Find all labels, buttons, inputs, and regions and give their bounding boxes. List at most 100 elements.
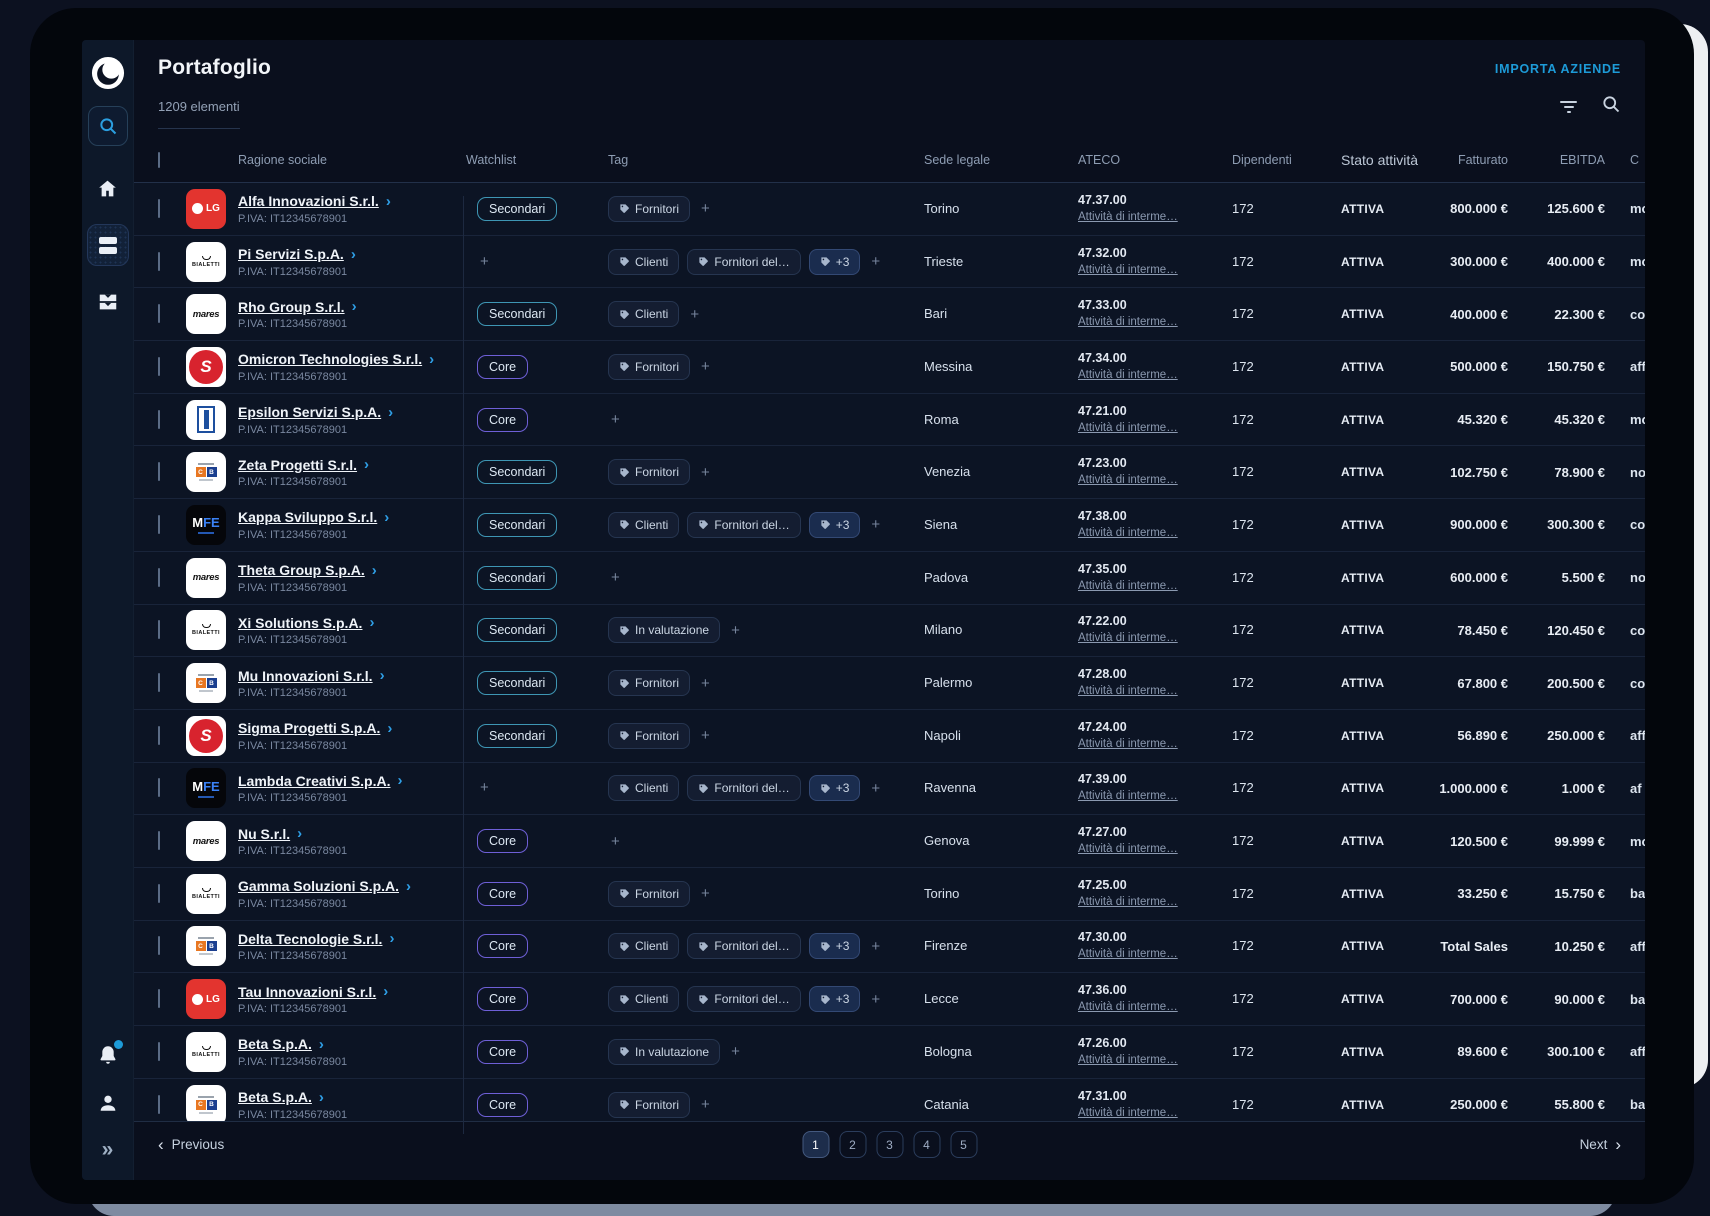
ateco-description-link[interactable]: Attività di interme… [1078, 790, 1178, 802]
more-tags-chip[interactable]: +3 [808, 986, 861, 1013]
notifications-button[interactable] [96, 1040, 123, 1067]
row-checkbox[interactable] [158, 883, 160, 903]
ateco-description-link[interactable]: Attività di interme… [1078, 843, 1178, 855]
more-tags-chip[interactable]: +3 [808, 775, 861, 802]
add-tag-button[interactable]: + [698, 675, 713, 692]
chevron-right-icon[interactable]: › [297, 825, 302, 842]
add-tag-button[interactable]: + [608, 569, 623, 586]
add-tag-button[interactable]: + [868, 780, 883, 797]
ateco-description-link[interactable]: Attività di interme… [1078, 580, 1178, 592]
row-checkbox[interactable] [158, 567, 160, 587]
table-row[interactable]: M FE Kappa Sviluppo S.r.l. › P.IVA: IT123456… [134, 499, 1645, 552]
chevron-right-icon[interactable]: › [387, 720, 392, 737]
table-row[interactable]: S Sigma Progetti S.p.A. › P.IVA: IT12345678… [134, 710, 1645, 763]
chevron-right-icon[interactable]: › [388, 404, 393, 421]
ateco-description-link[interactable]: Attività di interme… [1078, 527, 1178, 539]
tag-chip[interactable]: Fornitori [608, 353, 691, 380]
tag-chip[interactable]: Fornitori del… [687, 986, 801, 1013]
table-row[interactable]: C B Mu Innovazioni S.r.l. › P.IVA: IT1234567… [134, 657, 1645, 710]
chevron-right-icon[interactable]: › [406, 878, 411, 895]
tag-chip[interactable]: Fornitori del… [687, 775, 801, 802]
chevron-right-icon[interactable]: › [352, 298, 357, 315]
tag-chip[interactable]: Fornitori del… [687, 248, 801, 275]
page-button-3[interactable]: 3 [876, 1131, 903, 1158]
tag-chip[interactable]: Clienti [608, 933, 680, 960]
company-name-link[interactable]: Mu Innovazioni S.r.l. [238, 668, 373, 684]
chevron-right-icon[interactable]: › [429, 351, 434, 368]
row-checkbox[interactable] [158, 251, 160, 271]
table-row[interactable]: Epsilon Servizi S.p.A. › P.IVA: IT12345678… [134, 394, 1645, 447]
tag-chip[interactable]: Fornitori [608, 722, 691, 749]
row-checkbox[interactable] [158, 725, 160, 745]
previous-page-button[interactable]: ‹ Previous [158, 1135, 224, 1155]
company-name-link[interactable]: Alfa Innovazioni S.r.l. [238, 193, 379, 209]
row-checkbox[interactable] [158, 936, 160, 956]
watchlist-badge[interactable]: Core [477, 1039, 529, 1064]
tag-chip[interactable]: Fornitori [608, 195, 691, 222]
table-row[interactable]: BIALETTI Pi Servizi S.p.A. › P.IVA: IT12345… [134, 236, 1645, 289]
company-name-link[interactable]: Zeta Progetti S.r.l. [238, 457, 357, 473]
chevron-right-icon[interactable]: › [389, 930, 394, 947]
table-row[interactable]: mares Rho Group S.r.l. › P.IVA: IT123456789… [134, 288, 1645, 342]
ateco-description-link[interactable]: Attività di interme… [1078, 422, 1178, 434]
row-checkbox[interactable] [158, 673, 160, 693]
more-tags-chip[interactable]: +3 [808, 511, 861, 538]
company-name-link[interactable]: Nu S.r.l. [238, 826, 290, 842]
watchlist-badge[interactable]: Secondari [477, 671, 558, 696]
add-tag-button[interactable]: + [698, 358, 713, 375]
watchlist-badge[interactable]: Core [477, 354, 529, 379]
ateco-description-link[interactable]: Attività di interme… [1078, 211, 1178, 223]
watchlist-badge[interactable]: Core [477, 987, 529, 1012]
tag-chip[interactable]: Clienti [608, 986, 680, 1013]
company-name-link[interactable]: Beta S.p.A. [238, 1089, 312, 1105]
select-all-checkbox[interactable] [158, 151, 160, 168]
company-name-link[interactable]: Theta Group S.p.A. [238, 562, 365, 578]
row-checkbox[interactable] [158, 198, 160, 218]
company-name-link[interactable]: Gamma Soluzioni S.p.A. [238, 878, 399, 894]
row-checkbox[interactable] [158, 304, 160, 324]
table-row[interactable]: M FE Lambda Creativi S.p.A. › P.IVA: IT12345… [134, 763, 1645, 816]
row-checkbox[interactable] [158, 620, 160, 640]
ateco-description-link[interactable]: Attività di interme… [1078, 474, 1178, 486]
add-tag-button[interactable]: + [868, 516, 883, 533]
chevron-right-icon[interactable]: › [364, 456, 369, 473]
add-tag-button[interactable]: + [608, 833, 623, 850]
table-row[interactable]: C B Beta S.p.A. › P.IVA: IT12345678901 Core Fo… [134, 1079, 1645, 1121]
sidebar-item-portfolio-active[interactable] [86, 224, 129, 266]
row-checkbox[interactable] [158, 409, 160, 429]
sidebar-search-button[interactable] [87, 106, 128, 146]
ateco-description-link[interactable]: Attività di interme… [1078, 1054, 1178, 1066]
tag-chip[interactable]: Fornitori [608, 1091, 691, 1118]
ateco-description-link[interactable]: Attività di interme… [1078, 948, 1178, 960]
table-search-button[interactable] [1601, 94, 1621, 119]
row-checkbox[interactable] [158, 831, 160, 851]
ateco-description-link[interactable]: Attività di interme… [1078, 264, 1178, 276]
company-name-link[interactable]: Kappa Sviluppo S.r.l. [238, 509, 377, 525]
watchlist-badge[interactable]: Secondari [477, 302, 558, 327]
add-tag-button[interactable]: + [698, 885, 713, 902]
ateco-description-link[interactable]: Attività di interme… [1078, 316, 1178, 328]
row-checkbox[interactable] [158, 514, 160, 534]
row-checkbox[interactable] [158, 778, 160, 798]
add-watchlist-button[interactable]: + [477, 253, 492, 270]
row-checkbox[interactable] [158, 1094, 160, 1114]
company-name-link[interactable]: Pi Servizi S.p.A. [238, 246, 344, 262]
next-page-button[interactable]: Next › [1580, 1135, 1621, 1155]
tag-chip[interactable]: Fornitori del… [687, 933, 801, 960]
watchlist-badge[interactable]: Core [477, 934, 529, 959]
table-row[interactable]: C B Zeta Progetti S.r.l. › P.IVA: IT12345678… [134, 446, 1645, 500]
watchlist-badge[interactable]: Core [477, 829, 529, 854]
more-tags-chip[interactable]: +3 [808, 248, 861, 275]
ateco-description-link[interactable]: Attività di interme… [1078, 1107, 1178, 1119]
table-row[interactable]: BIALETTI Gamma Soluzioni S.p.A. › P.IVA: IT… [134, 868, 1645, 921]
watchlist-badge[interactable]: Secondari [477, 460, 558, 485]
sidebar-item-home[interactable] [96, 176, 120, 200]
page-button-1[interactable]: 1 [802, 1131, 829, 1158]
sidebar-expand-button[interactable]: » [102, 1139, 114, 1160]
table-row[interactable]: mares Nu S.r.l. › P.IVA: IT12345678901 Core +… [134, 815, 1645, 868]
tag-chip[interactable]: Fornitori [608, 880, 691, 907]
page-button-4[interactable]: 4 [913, 1131, 940, 1158]
tag-chip[interactable]: Clienti [608, 511, 680, 538]
chevron-right-icon[interactable]: › [351, 246, 356, 263]
row-checkbox[interactable] [158, 989, 160, 1009]
